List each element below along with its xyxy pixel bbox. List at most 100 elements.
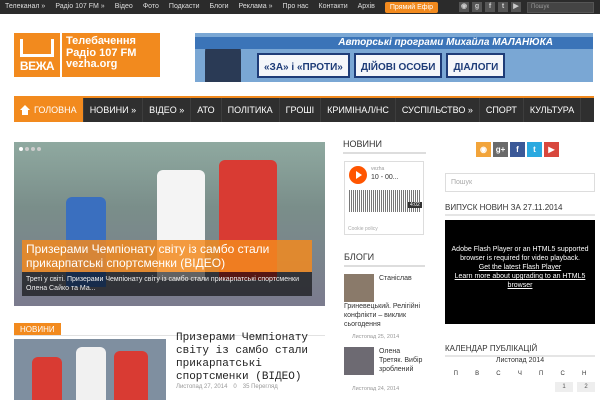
home-icon (20, 105, 30, 115)
nav-item-crime[interactable]: КРИМІНАЛ/НС (321, 98, 396, 122)
nav-item-ato[interactable]: АТО (191, 98, 222, 122)
blogs-title: БЛОГИ (344, 252, 425, 267)
weekday: В (475, 371, 480, 377)
middle-column-news-header: НОВИНИ (343, 139, 426, 154)
nav-item-politics[interactable]: ПОЛІТИКА (222, 98, 280, 122)
nav-item-money[interactable]: ГРОШІ (280, 98, 322, 122)
logo-word: ВЕЖА (19, 59, 55, 73)
news-thumbnail[interactable] (14, 339, 166, 400)
rss-icon[interactable]: ◉ (476, 142, 491, 157)
top-menu-item-podcasts[interactable]: Подкасти (164, 0, 205, 14)
player-duration: 4:02 (408, 202, 422, 208)
news-comments[interactable]: 0 (233, 384, 236, 390)
weekday: П (539, 371, 544, 377)
top-menu-item-photo[interactable]: Фото (138, 0, 164, 14)
logo-text: Телебачення Радіо 107 FM vezha.org (62, 33, 160, 77)
facebook-icon[interactable]: f (510, 142, 525, 157)
main-navigation: ГОЛОВНА НОВИНИ » ВІДЕО » АТО ПОЛІТИКА ГР… (14, 96, 594, 122)
header-banner[interactable]: Авторські програми Михайла МАЛАНЮКА «ЗА»… (195, 33, 593, 82)
nav-item-news[interactable]: НОВИНИ » (84, 98, 144, 122)
waveform[interactable] (349, 190, 421, 212)
video-player[interactable]: Adobe Flash Player or an HTML5 supported… (445, 220, 595, 324)
top-menu-item-archive[interactable]: Архів (353, 0, 380, 14)
html5-link[interactable]: Learn more about upgrading to an HTML5 b… (449, 272, 591, 290)
weekday: Н (582, 371, 587, 377)
featured-slider[interactable]: Призерами Чемпіонату світу із самбо стал… (14, 142, 325, 306)
banner-programs: «ЗА» і «ПРОТИ» ДІЙОВІ ОСОБИ ДІАЛОГИ (257, 53, 506, 78)
rss-icon[interactable]: ◉ (459, 2, 469, 12)
calendar-weekdays: П В С Ч П С Н (445, 370, 595, 378)
top-menu-item-about[interactable]: Про нас (277, 0, 313, 14)
nav-item-video[interactable]: ВІДЕО » (143, 98, 192, 122)
calendar-day[interactable]: 1 (555, 382, 573, 392)
middle-news-title: НОВИНИ (343, 139, 426, 154)
blog-item[interactable]: Олена Третяк. Вибір зроблений (344, 347, 425, 387)
play-icon[interactable] (349, 166, 367, 184)
top-menu-item-blogs[interactable]: Блоги (205, 0, 234, 14)
google-plus-icon[interactable]: g (472, 2, 482, 12)
logo-tower-icon: ВЕЖА (14, 33, 60, 77)
youtube-icon[interactable]: ▶ (511, 2, 521, 12)
news-date: Листопад 27, 2014 (176, 384, 228, 390)
youtube-icon[interactable]: ▶ (544, 142, 559, 157)
player-user: vezha (371, 166, 385, 172)
calendar-month: Листопад 2014 (495, 357, 545, 364)
slider-caption: Треті у світі. Призерами Чемпіонату світ… (22, 272, 312, 296)
news-views: 35 Перегляд (242, 384, 278, 390)
site-logo[interactable]: ВЕЖА Телебачення Радіо 107 FM vezha.org (14, 33, 162, 77)
flash-link[interactable]: Get the latest Flash Player (449, 263, 591, 272)
news-section: НОВИНИ Призерами Чемпіонату світу із сам… (14, 323, 325, 400)
live-broadcast-button[interactable]: Прямий Ефір (384, 1, 438, 13)
blog-title-cont[interactable]: Гриневецький. Релігійні конфлікти – викл… (344, 302, 425, 329)
logo-line-tv: Телебачення (66, 35, 136, 47)
blog-avatar (344, 274, 374, 302)
weekday: С (496, 371, 501, 377)
top-search-input[interactable]: Пошук (527, 2, 594, 13)
nav-item-sport[interactable]: СПОРТ (480, 98, 524, 122)
slider-pagination[interactable] (19, 147, 41, 151)
logo-line-site: vezha.org (66, 58, 118, 70)
google-plus-icon[interactable]: g+ (493, 142, 508, 157)
top-social-icons: ◉ g f t ▶ (459, 2, 521, 12)
weekday: С (560, 371, 565, 377)
top-menu-item-radio[interactable]: Радіо 107 FM » (50, 0, 109, 14)
top-menu-item-contacts[interactable]: Контакти (314, 0, 353, 14)
news-meta: Листопад 27, 2014 0 35 Перегляд (176, 384, 278, 390)
blog-item[interactable]: Станіслав Гриневецький. Релігійні конфлі… (344, 274, 425, 328)
calendar-day[interactable]: 2 (577, 382, 595, 392)
slider-title[interactable]: Призерами Чемпіонату світу із самбо стал… (22, 240, 312, 272)
sidebar-search-input[interactable]: Пошук (445, 173, 595, 192)
news-headline[interactable]: Призерами Чемпіонату світу із самбо стал… (176, 332, 322, 384)
video-error-msg: Adobe Flash Player or an HTML5 supported… (451, 246, 589, 262)
video-section-title: ВИПУСК НОВИН ЗА 27.11.2014 (445, 202, 595, 216)
calendar: Листопад 2014 П В С Ч П С Н 1 2 (445, 356, 595, 392)
blog-avatar (344, 347, 374, 375)
blog-date: Листопад 25, 2014 (352, 334, 400, 340)
twitter-icon[interactable]: t (527, 142, 542, 157)
soundcloud-player[interactable]: vezha 10 - 00... 4:02 Cookie policy (344, 161, 424, 235)
top-menu-item-ads[interactable]: Реклама » (234, 0, 278, 14)
blog-title[interactable]: Олена Третяк. Вибір зроблений (379, 347, 425, 374)
calendar-week: 1 2 (445, 382, 595, 392)
weekday: П (453, 371, 458, 377)
nav-item-home[interactable]: ГОЛОВНА (14, 98, 84, 122)
top-menu-item-video[interactable]: Відео (110, 0, 138, 14)
top-menu: Телеканал » Радіо 107 FM » Відео Фото По… (0, 0, 438, 14)
blog-date: Листопад 24, 2014 (352, 386, 400, 392)
blog-title[interactable]: Станіслав (379, 274, 425, 283)
sidebar-social-icons: ◉ g+ f t ▶ (476, 142, 559, 157)
weekday: Ч (517, 371, 522, 377)
top-bar: Телеканал » Радіо 107 FM » Відео Фото По… (0, 0, 600, 14)
banner-program: ДІЙОВІ ОСОБИ (353, 53, 443, 78)
nav-item-culture[interactable]: КУЛЬТУРА (524, 98, 582, 122)
player-footer[interactable]: Cookie policy (348, 226, 378, 232)
nav-item-society[interactable]: СУСПІЛЬСТВО » (396, 98, 480, 122)
calendar-title: КАЛЕНДАР ПУБЛІКАЦІЙ (445, 343, 595, 357)
banner-program: «ЗА» і «ПРОТИ» (257, 53, 350, 78)
banner-program: ДІАЛОГИ (446, 53, 506, 78)
facebook-icon[interactable]: f (485, 2, 495, 12)
twitter-icon[interactable]: t (498, 2, 508, 12)
player-track: 10 - 00... (371, 174, 399, 181)
top-menu-item-tv[interactable]: Телеканал » (0, 0, 50, 14)
banner-headline: Авторські програми Михайла МАЛАНЮКА (195, 37, 593, 49)
